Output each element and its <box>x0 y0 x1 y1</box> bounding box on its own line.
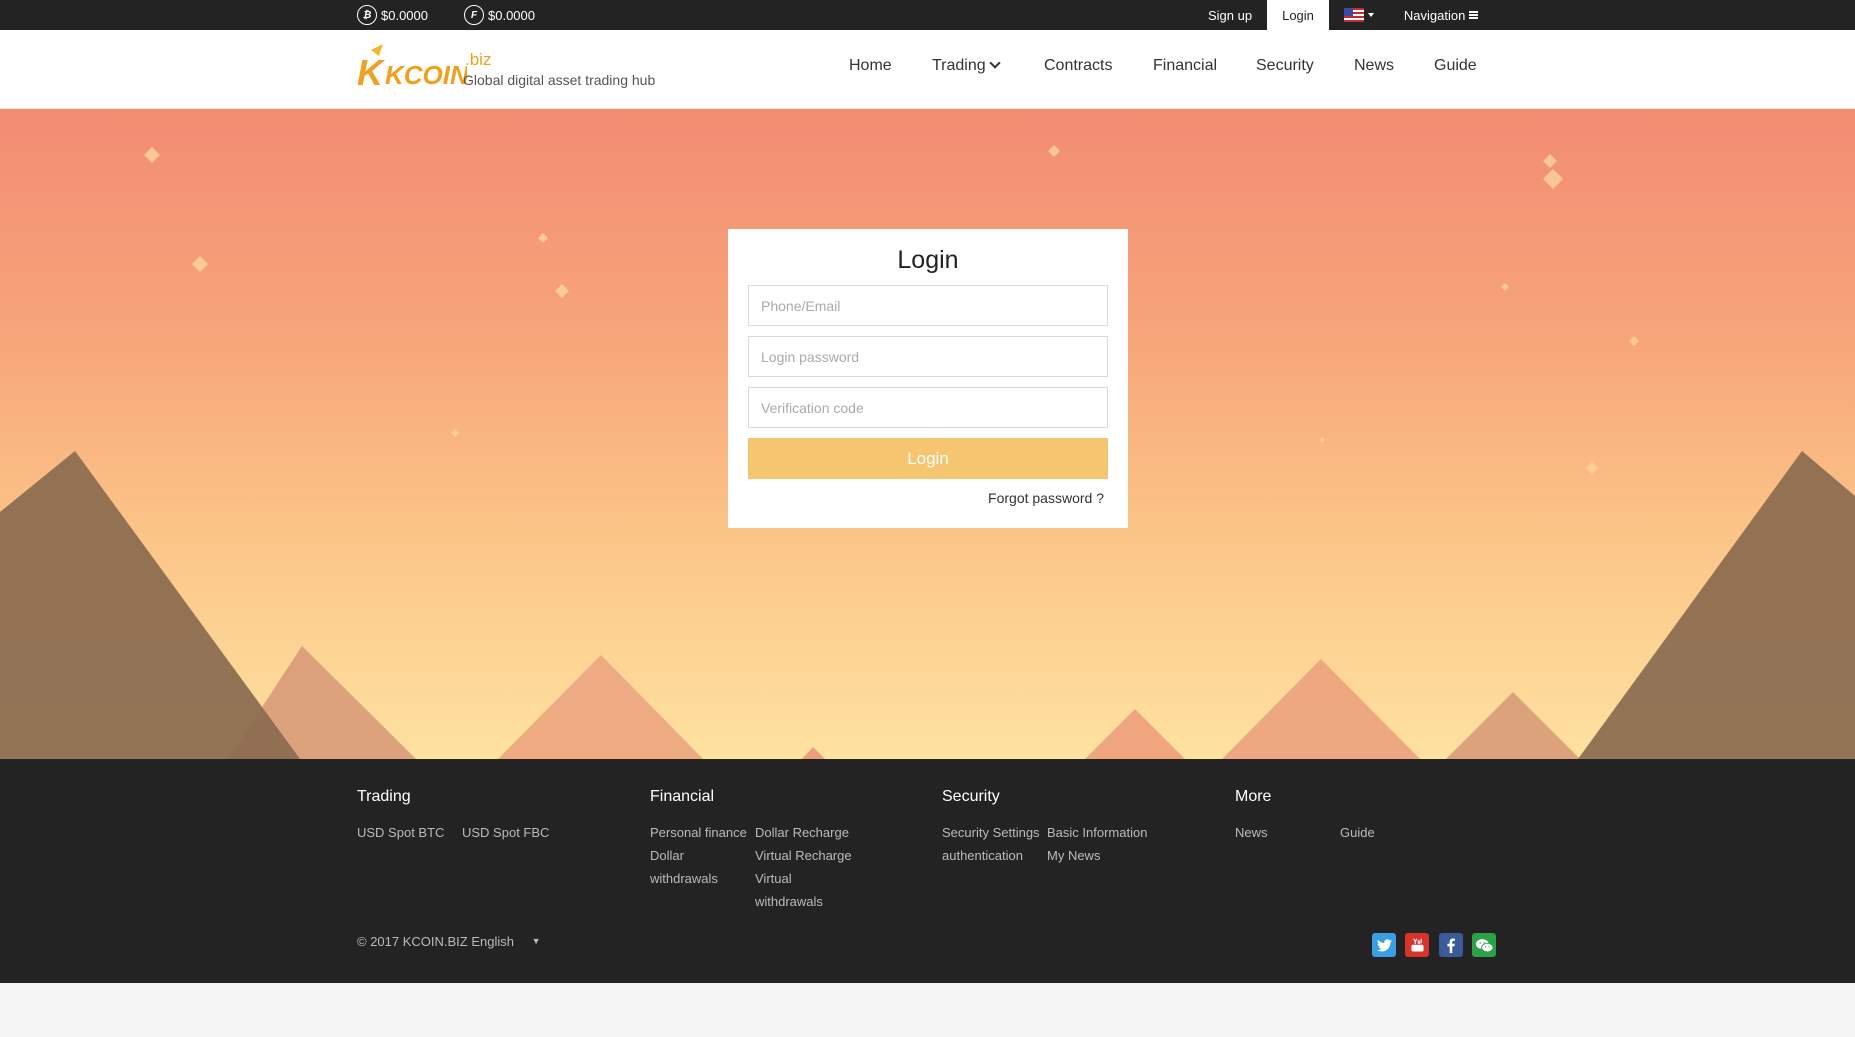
footer-heading-trading: Trading <box>357 788 411 805</box>
login-card: Login Login Forgot password ? <box>728 229 1128 528</box>
kcoin-logo[interactable]: K KCOIN <box>357 44 467 88</box>
twitter-icon[interactable] <box>1372 933 1396 957</box>
nav-home[interactable]: Home <box>849 57 892 75</box>
footer-link-dollar-withdrawals-cont[interactable]: withdrawals <box>650 867 718 890</box>
page-bottom <box>0 983 1855 1037</box>
fbc-coin-icon: F <box>464 5 484 25</box>
nav-security[interactable]: Security <box>1256 57 1314 75</box>
verification-code-input[interactable] <box>748 387 1108 428</box>
footer-heading-security: Security <box>942 788 1000 805</box>
hero-banner: Login Login Forgot password ? <box>0 109 1855 759</box>
footer-link-virtual-recharge[interactable]: Virtual Recharge <box>755 844 852 867</box>
tagline: Global digital asset trading hub <box>463 72 656 88</box>
navigation-menu[interactable]: Navigation <box>1389 0 1493 30</box>
nav-guide[interactable]: Guide <box>1434 57 1477 75</box>
login-title: Login <box>897 246 959 274</box>
logo-text: KCOIN <box>385 60 467 88</box>
logo-suffix: .biz <box>465 50 492 69</box>
footer-link-personal-finance[interactable]: Personal finance <box>650 821 747 844</box>
nav-news[interactable]: News <box>1354 57 1394 75</box>
footer-link-news[interactable]: News <box>1235 821 1268 844</box>
nav-trading-label: Trading <box>932 57 986 74</box>
footer-link-my-news[interactable]: My News <box>1047 844 1100 867</box>
copyright: © 2017 KCOIN.BIZ English ▼ <box>357 934 541 949</box>
footer-link-dollar-recharge[interactable]: Dollar Recharge <box>755 821 849 844</box>
nav-financial[interactable]: Financial <box>1153 57 1217 75</box>
btc-coin-icon: ₿ <box>357 5 377 25</box>
language-selector[interactable] <box>1329 0 1389 30</box>
footer-link-guide[interactable]: Guide <box>1340 821 1375 844</box>
footer-link-authentication[interactable]: authentication <box>942 844 1023 867</box>
login-button[interactable]: Login <box>748 438 1108 479</box>
site-header: K KCOIN .biz Global digital asset tradin… <box>0 30 1855 109</box>
signup-link[interactable]: Sign up <box>1193 0 1267 30</box>
facebook-icon[interactable] <box>1439 933 1463 957</box>
footer-link-virtual-withdrawals-cont[interactable]: withdrawals <box>755 890 823 913</box>
nav-contracts[interactable]: Contracts <box>1044 57 1112 75</box>
top-bar: ₿ $0.0000 F $0.0000 Sign up Login Naviga… <box>0 0 1855 30</box>
caret-down-icon <box>1367 13 1374 17</box>
footer-link-security-settings[interactable]: Security Settings <box>942 821 1040 844</box>
site-footer: Trading USD Spot BTC USD Spot FBC Financ… <box>0 759 1855 983</box>
navigation-label: Navigation <box>1403 7 1466 23</box>
footer-link-dollar-withdrawals[interactable]: Dollar <box>650 844 684 867</box>
btc-price: $0.0000 <box>381 7 428 23</box>
hamburger-icon <box>1469 11 1479 19</box>
copyright-text: © 2017 KCOIN.BIZ English <box>357 934 514 949</box>
nav-trading[interactable]: Trading <box>932 57 1001 75</box>
footer-heading-financial: Financial <box>650 788 715 805</box>
svg-text:K: K <box>357 52 386 88</box>
back-mountains <box>228 646 1580 759</box>
fbc-ticker: F $0.0000 <box>464 0 535 30</box>
fbc-price: $0.0000 <box>488 7 535 23</box>
forgot-password-link[interactable]: Forgot password ? <box>988 490 1104 506</box>
phone-email-input[interactable] <box>748 285 1108 326</box>
youtube-icon[interactable] <box>1405 933 1429 957</box>
wechat-icon[interactable] <box>1472 933 1496 957</box>
btc-ticker: ₿ $0.0000 <box>357 0 428 30</box>
footer-link-basic-information[interactable]: Basic Information <box>1047 821 1147 844</box>
us-flag-icon <box>1343 8 1364 22</box>
login-link[interactable]: Login <box>1267 0 1329 30</box>
right-mountain <box>1578 451 1855 759</box>
footer-link-virtual-withdrawals[interactable]: Virtual <box>755 867 792 890</box>
footer-heading-more: More <box>1235 788 1272 805</box>
left-mountain <box>0 451 300 759</box>
footer-link-usd-spot-fbc[interactable]: USD Spot FBC <box>462 821 549 844</box>
password-input[interactable] <box>748 336 1108 377</box>
language-dropdown-caret[interactable]: ▼ <box>532 936 541 946</box>
footer-link-usd-spot-btc[interactable]: USD Spot BTC <box>357 821 444 844</box>
chevron-down-icon <box>988 57 1001 69</box>
